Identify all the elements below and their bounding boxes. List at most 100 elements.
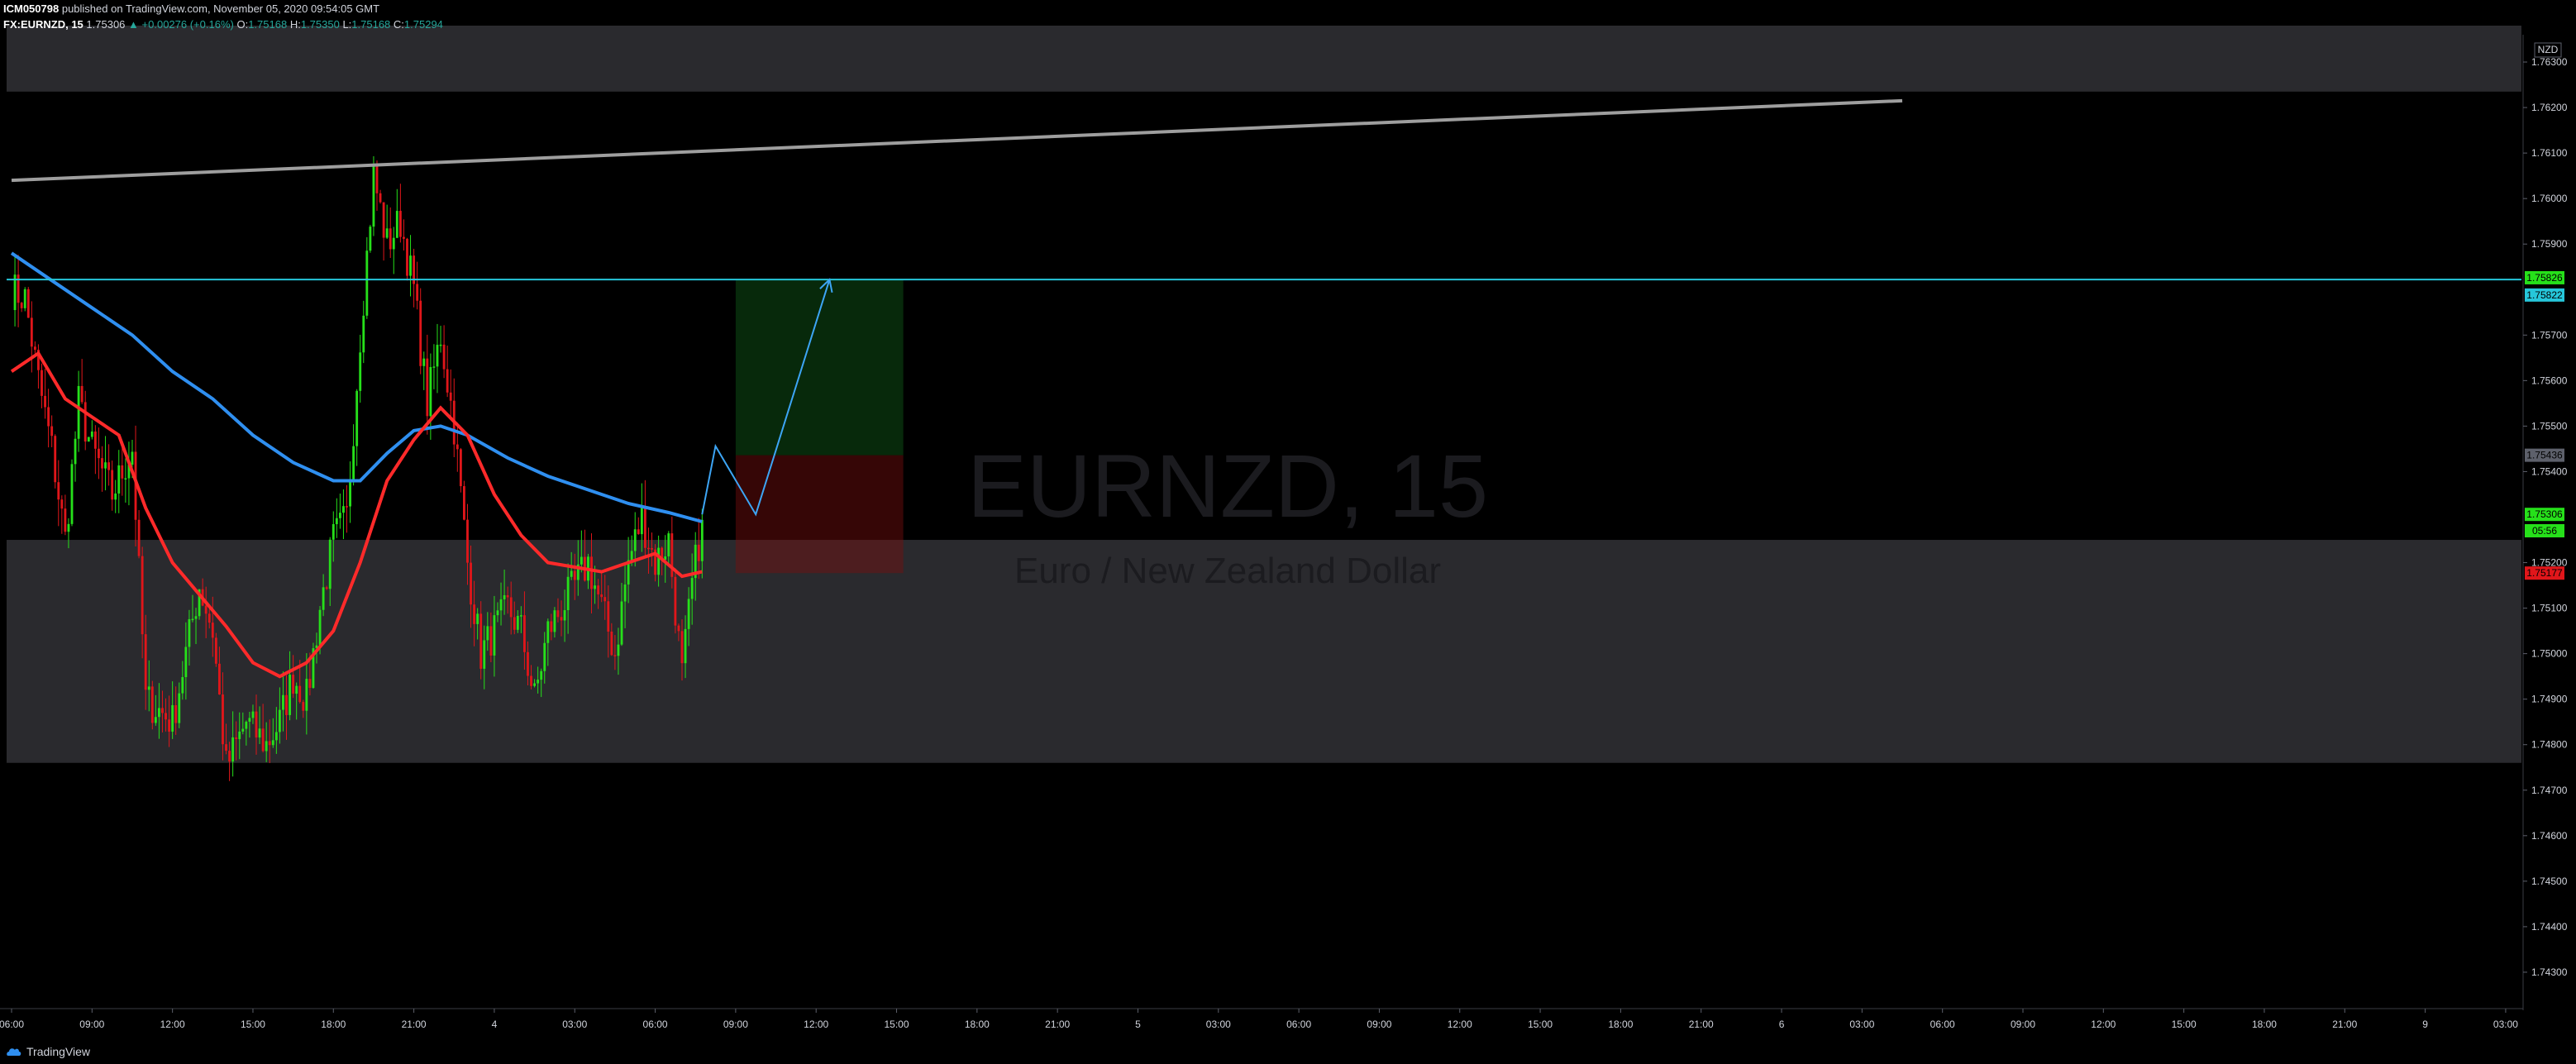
candle-body bbox=[194, 616, 198, 619]
candle-body bbox=[570, 570, 573, 577]
candle-body bbox=[107, 462, 111, 470]
candle-body bbox=[630, 551, 633, 561]
candle-body bbox=[493, 615, 496, 656]
candle-body bbox=[64, 508, 67, 532]
candle-body bbox=[375, 165, 379, 193]
published-text: published on TradingView.com, November 0… bbox=[61, 2, 380, 15]
candle-body bbox=[385, 228, 389, 238]
tradingview-brand[interactable]: TradingView bbox=[7, 1045, 90, 1058]
candle-body bbox=[590, 556, 593, 589]
last-value: 1.75306 bbox=[86, 18, 126, 31]
candle-body bbox=[436, 345, 439, 367]
candle-body bbox=[70, 464, 74, 524]
time-tick-label: 03:00 bbox=[562, 1019, 587, 1030]
price-tick-label: 1.76100 bbox=[2531, 147, 2568, 159]
candle-body bbox=[406, 238, 408, 276]
time-tick-label: 18:00 bbox=[1608, 1019, 1633, 1030]
time-tick-label: 09:00 bbox=[79, 1019, 104, 1030]
candle-body bbox=[651, 547, 653, 550]
time-tick-label: 03:00 bbox=[2493, 1019, 2518, 1030]
candle-body bbox=[580, 556, 583, 565]
candle-body bbox=[23, 289, 26, 308]
candle-body bbox=[556, 610, 560, 618]
candle-body bbox=[238, 731, 241, 740]
time-tick-label: 06:00 bbox=[0, 1019, 24, 1030]
ohlc-legend: FX:EURNZD, 15 1.75306 ▲ +0.00276 (+0.16%… bbox=[3, 18, 443, 31]
candle-body bbox=[429, 367, 432, 417]
candle-body bbox=[456, 444, 459, 450]
candle-body bbox=[610, 632, 613, 656]
time-tick-label: 4 bbox=[492, 1019, 498, 1030]
candle-body bbox=[211, 623, 214, 638]
candle-body bbox=[282, 694, 284, 710]
tradingview-cloud-icon bbox=[7, 1048, 21, 1056]
candle-body bbox=[527, 651, 529, 676]
low-value: 1.75168 bbox=[351, 18, 391, 31]
candle-body bbox=[432, 366, 436, 368]
candle-body bbox=[533, 683, 536, 686]
candle-body bbox=[499, 599, 503, 611]
time-tick-label: 15:00 bbox=[1528, 1019, 1553, 1030]
candle-body bbox=[268, 741, 271, 746]
close-value: 1.75294 bbox=[403, 18, 443, 31]
candle-body bbox=[295, 685, 298, 694]
candle-body bbox=[245, 721, 248, 729]
time-tick-label: 15:00 bbox=[885, 1019, 909, 1030]
candle-body bbox=[684, 628, 687, 664]
candle-body bbox=[147, 686, 150, 690]
price-tick-label: 1.75000 bbox=[2531, 648, 2568, 660]
candle-body bbox=[537, 680, 540, 684]
price-tick-label: 1.74900 bbox=[2531, 694, 2568, 705]
change-value: ▲ +0.00276 (+0.16%) bbox=[128, 18, 234, 31]
candle-body bbox=[74, 438, 77, 465]
candle-body bbox=[141, 556, 144, 635]
price-chart[interactable]: EURNZD, 15 Euro / New Zealand Dollar NZD… bbox=[0, 0, 2576, 1064]
long-position-tool[interactable] bbox=[735, 279, 904, 574]
candle-body bbox=[690, 578, 694, 599]
price-axis[interactable]: NZD1.76300 1.76200 1.76100 1.76000 1.75900 1.… bbox=[2522, 0, 2576, 1064]
candle-body bbox=[158, 708, 160, 718]
time-tick-label: 03:00 bbox=[1849, 1019, 1874, 1030]
candle-body bbox=[489, 626, 493, 656]
candle-body bbox=[26, 289, 30, 318]
low-label: L: bbox=[342, 18, 352, 31]
candle-body bbox=[674, 576, 677, 626]
candle-body bbox=[640, 507, 643, 535]
time-tick-label: 21:00 bbox=[2332, 1019, 2357, 1030]
candle-body bbox=[191, 618, 194, 621]
time-tick-label: 18:00 bbox=[321, 1019, 346, 1030]
candle-body bbox=[365, 250, 369, 316]
candle-body bbox=[332, 523, 335, 540]
candle-body bbox=[225, 744, 227, 751]
candle-body bbox=[687, 599, 690, 629]
candle-body bbox=[30, 317, 33, 347]
candle-body bbox=[597, 585, 600, 594]
candle-body bbox=[352, 446, 355, 481]
candle-body bbox=[362, 315, 365, 353]
candle-body bbox=[214, 637, 217, 664]
price-tick-label: 1.74800 bbox=[2531, 739, 2568, 751]
price-label-text: 1.75826 bbox=[2526, 272, 2563, 284]
price-tick-label: 1.76300 bbox=[2531, 56, 2568, 68]
candle-body bbox=[83, 402, 87, 442]
candle-body bbox=[700, 519, 704, 561]
candle-body bbox=[519, 615, 522, 617]
candle-body bbox=[258, 728, 261, 738]
candle-body bbox=[292, 675, 295, 694]
candle-body bbox=[111, 470, 114, 500]
time-tick-label: 21:00 bbox=[1689, 1019, 1714, 1030]
candle-body bbox=[98, 448, 100, 459]
candle-body bbox=[184, 647, 188, 678]
candle-body bbox=[392, 237, 395, 250]
time-tick-label: 12:00 bbox=[160, 1019, 185, 1030]
publisher-name: ICM050798 bbox=[3, 2, 60, 15]
candle-body bbox=[325, 587, 328, 589]
time-tick-label: 15:00 bbox=[2172, 1019, 2197, 1030]
candle-body bbox=[93, 431, 97, 449]
time-tick-label: 18:00 bbox=[965, 1019, 990, 1030]
candle-body bbox=[204, 605, 208, 614]
candle-body bbox=[382, 202, 385, 238]
candle-body bbox=[372, 165, 375, 227]
candle-body bbox=[174, 704, 178, 723]
candle-body bbox=[563, 610, 566, 621]
